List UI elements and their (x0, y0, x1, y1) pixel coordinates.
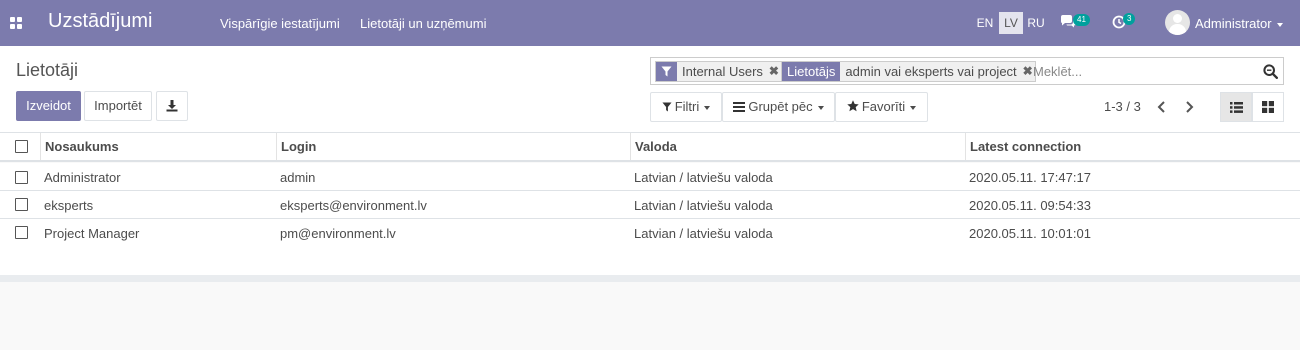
group-by-dropdown[interactable]: Grupēt pēc (722, 92, 835, 122)
create-button[interactable]: Izveidot (16, 91, 81, 121)
breadcrumb: Lietotāji (16, 60, 79, 80)
row-checkbox[interactable] (15, 226, 28, 239)
download-button[interactable] (156, 91, 188, 121)
list-footer (0, 246, 1300, 282)
cell-latest-connection: 2020.05.11. 09:54:33 (969, 198, 1091, 213)
language-ru[interactable]: RU (1025, 12, 1047, 34)
list-view-icon (1229, 101, 1243, 113)
column-header-name[interactable]: Nosaukums (40, 133, 277, 160)
user-name: Administrator (1195, 16, 1272, 31)
app-title[interactable]: Uzstādījumi (48, 10, 152, 33)
import-button[interactable]: Importēt (84, 91, 152, 121)
group-by-label: Grupēt pēc (748, 99, 813, 114)
pager-next-button[interactable] (1180, 98, 1198, 116)
apps-menu-icon[interactable] (10, 17, 22, 29)
remove-facet-icon[interactable]: ✖ (767, 62, 781, 81)
facet-values: Internal Users (682, 64, 763, 79)
column-header-language[interactable]: Valoda (630, 133, 965, 160)
pager-previous-button[interactable] (1153, 98, 1171, 116)
chevron-right-icon (1186, 101, 1194, 113)
language-lv[interactable]: LV (999, 12, 1023, 34)
kanban-view-button[interactable] (1252, 92, 1284, 122)
table-header: Nosaukums Login Valoda Latest connection (0, 133, 1300, 162)
cell-latest-connection: 2020.05.11. 10:01:01 (969, 226, 1091, 241)
column-header-latest-connection[interactable]: Latest connection (965, 133, 1300, 160)
star-icon (847, 100, 859, 112)
filter-icon (656, 62, 677, 81)
top-navbar: Uzstādījumi Vispārīgie iestatījumi Lieto… (0, 0, 1300, 46)
cell-name: eksperts (44, 198, 94, 213)
facet-label: Lietotājs (782, 62, 841, 81)
table-row[interactable]: eksperts eksperts@environment.lv Latvian… (0, 191, 1300, 219)
cell-name: Project Manager (44, 226, 140, 241)
row-checkbox[interactable] (15, 198, 28, 211)
user-menu[interactable]: Administrator (1195, 16, 1283, 31)
filters-label: Filtri (674, 99, 700, 114)
facet-values: admin vai eksperts vai project (845, 64, 1017, 79)
filters-dropdown[interactable]: Filtri (650, 92, 722, 122)
messages-count-badge: 41 (1073, 14, 1090, 26)
chevron-down-icon (910, 105, 917, 110)
cell-login: admin (280, 170, 316, 185)
activities-count-badge: 3 (1123, 13, 1136, 25)
search-facet-filter: Internal Users ✖ (655, 61, 782, 82)
chevron-down-icon (704, 105, 711, 110)
search-facet-user: Lietotājs admin vai eksperts vai project… (781, 61, 1036, 82)
language-en[interactable]: EN (974, 12, 996, 34)
favorites-label: Favorīti (861, 99, 906, 114)
favorites-dropdown[interactable]: Favorīti (835, 92, 928, 122)
chevron-down-icon (817, 105, 824, 110)
cell-login: eksperts@environment.lv (280, 198, 427, 213)
list-view-button[interactable] (1220, 92, 1252, 122)
table-row[interactable]: Project Manager pm@environment.lv Latvia… (0, 219, 1300, 247)
cell-login: pm@environment.lv (280, 226, 396, 241)
bars-icon (733, 102, 746, 112)
menu-general-settings[interactable]: Vispārīgie iestatījumi (220, 16, 340, 31)
table-row[interactable]: Administrator admin Latvian / latviešu v… (0, 163, 1300, 191)
row-checkbox[interactable] (15, 171, 28, 184)
cell-name: Administrator (44, 170, 121, 185)
column-header-login[interactable]: Login (276, 133, 630, 160)
user-avatar[interactable] (1165, 10, 1190, 35)
cell-language: Latvian / latviešu valoda (634, 198, 773, 213)
chevron-left-icon (1157, 101, 1165, 113)
search-box: Internal Users ✖ Lietotājs admin vai eks… (650, 57, 1284, 85)
cell-language: Latvian / latviešu valoda (634, 170, 773, 185)
control-panel: Lietotāji Izveidot Importēt Internal Use… (0, 46, 1300, 133)
cell-latest-connection: 2020.05.11. 17:47:17 (969, 170, 1091, 185)
download-icon (166, 100, 178, 112)
menu-users-companies[interactable]: Lietotāji un uzņēmumi (360, 16, 486, 31)
pager-value[interactable]: 1-3 / 3 (1104, 99, 1141, 114)
search-input[interactable] (1033, 61, 1253, 81)
filter-icon (662, 102, 672, 112)
kanban-view-icon (1262, 101, 1274, 113)
chevron-down-icon (1276, 22, 1283, 27)
cell-language: Latvian / latviešu valoda (634, 226, 773, 241)
search-icon[interactable] (1263, 64, 1278, 82)
select-all-checkbox[interactable] (15, 140, 28, 153)
